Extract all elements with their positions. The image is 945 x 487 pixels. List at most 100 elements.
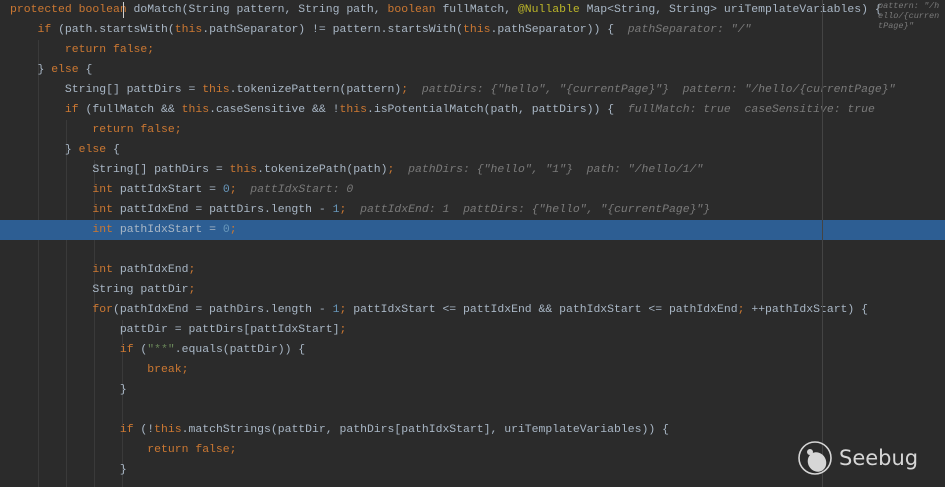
code-line[interactable]: int pattIdxEnd = pattDirs.length - 1; pa… xyxy=(0,200,945,220)
code-token: pattIdxStart = xyxy=(119,183,223,196)
seebug-watermark: Seebug xyxy=(797,440,918,476)
code-line[interactable]: break; xyxy=(0,360,945,380)
code-line-current[interactable]: int pathIdxStart = 0; xyxy=(0,220,945,240)
code-line[interactable]: } else { xyxy=(0,60,945,80)
debug-inline-value: pattIdxEnd: 1 pattDirs: {"hello", "{curr… xyxy=(360,203,711,216)
code-token: .isPotentialMatch(path, pattDirs)) { xyxy=(366,103,628,116)
code-token: fullMatch, xyxy=(442,3,518,16)
code-token: boolean xyxy=(387,3,443,16)
code-token: 0 xyxy=(222,223,230,236)
code-token: this xyxy=(202,83,230,96)
code-token: .pathSeparator)) { xyxy=(490,23,628,36)
code-line[interactable]: int pattIdxStart = 0; pattIdxStart: 0 xyxy=(0,180,945,200)
code-token: this xyxy=(463,23,491,36)
watermark-text: Seebug xyxy=(839,446,919,470)
debug-inline-value: pattIdxStart: 0 xyxy=(250,183,354,196)
code-token: return false; xyxy=(64,43,155,56)
code-line[interactable]: int pathIdxEnd; xyxy=(0,260,945,280)
code-token: ; xyxy=(188,263,196,276)
code-token: String[] pathDirs = xyxy=(10,163,230,176)
code-token: pathIdxEnd xyxy=(119,263,189,276)
code-token: protected boolean xyxy=(10,3,134,16)
code-token: this xyxy=(181,103,210,116)
right-margin-guide xyxy=(822,0,823,487)
code-line[interactable]: return false; xyxy=(0,40,945,60)
code-token: int xyxy=(92,183,120,196)
code-token: { xyxy=(112,143,120,156)
code-token: "**" xyxy=(147,343,175,356)
code-line[interactable] xyxy=(0,400,945,420)
code-token: if xyxy=(119,423,141,436)
code-line[interactable]: if (!this.matchStrings(pattDir, pathDirs… xyxy=(0,420,945,440)
code-line[interactable]: for(pathIdxEnd = pathDirs.length - 1; pa… xyxy=(0,300,945,320)
code-token: ; xyxy=(229,223,237,236)
code-token: pattIdxStart <= pattIdxEnd && pathIdxSta… xyxy=(353,303,738,316)
code-token: 1 xyxy=(332,203,340,216)
code-token: String[] pattDirs = xyxy=(10,83,203,96)
debug-inline-value: fullMatch: true caseSensitive: true xyxy=(627,103,875,116)
code-token: String pattDir xyxy=(10,283,189,296)
code-token: if xyxy=(119,343,141,356)
code-line[interactable]: String pattDir; xyxy=(0,280,945,300)
debug-inline-value: pathDirs: {"hello", "1"} path: "/hello/1… xyxy=(408,163,704,176)
code-token: .matchStrings(pattDir, pathDirs[pathIdxS… xyxy=(181,423,669,436)
code-token: doMatch(String pattern, String path, xyxy=(133,3,388,16)
code-token: Map<String, String> uriTemplateVariables… xyxy=(586,3,896,16)
code-line[interactable]: protected boolean doMatch(String pattern… xyxy=(0,0,945,31)
code-token: } xyxy=(10,383,127,396)
code-token: this xyxy=(154,423,182,436)
code-line[interactable] xyxy=(0,240,945,260)
code-token: @Nullable xyxy=(517,3,587,16)
code-token: return false; xyxy=(147,443,237,456)
text-caret xyxy=(123,2,124,18)
code-line[interactable]: String[] pathDirs = this.tokenizePath(pa… xyxy=(0,160,945,180)
code-token: ; xyxy=(339,323,347,336)
debug-inline-value: pathSeparator: "/" xyxy=(627,23,752,36)
code-line[interactable]: if (path.startsWith(this.pathSeparator) … xyxy=(0,20,945,40)
code-line[interactable]: } else { xyxy=(0,140,945,160)
code-token: ; xyxy=(188,283,196,296)
code-line[interactable]: if (fullMatch && this.caseSensitive && !… xyxy=(0,100,945,120)
code-token: } xyxy=(10,463,127,476)
code-token: int xyxy=(92,223,120,236)
code-token: ; xyxy=(229,183,237,196)
code-token: this xyxy=(339,103,367,116)
code-token: int xyxy=(92,263,120,276)
code-token: int xyxy=(92,203,120,216)
code-token: else xyxy=(51,63,86,76)
code-token: break; xyxy=(147,363,189,376)
code-line[interactable]: } xyxy=(0,380,945,400)
code-token: if xyxy=(64,103,86,116)
code-line[interactable]: pattDir = pattDirs[pattIdxStart]; xyxy=(0,320,945,340)
code-line[interactable]: if ("**".equals(pattDir)) { xyxy=(0,340,945,360)
code-token: 0 xyxy=(222,183,230,196)
code-token: .tokenizePath(path) xyxy=(257,163,388,176)
code-token: (! xyxy=(140,423,155,436)
code-token: pathIdxStart = xyxy=(119,223,223,236)
code-token: if xyxy=(37,23,59,36)
code-token: else xyxy=(78,143,113,156)
code-line[interactable]: return false; xyxy=(0,120,945,140)
code-token: this xyxy=(229,163,258,176)
code-editor[interactable]: protected boolean doMatch(String pattern… xyxy=(0,0,945,487)
code-token: return false; xyxy=(92,123,182,136)
code-line[interactable]: String[] pattDirs = this.tokenizePattern… xyxy=(0,80,945,100)
code-token: (path.startsWith( xyxy=(58,23,175,36)
code-token: (fullMatch && xyxy=(85,103,182,116)
code-token: .tokenizePattern(pattern) xyxy=(229,83,402,96)
seebug-bug-logo-icon xyxy=(798,441,832,475)
code-token: (pathIdxEnd = pathDirs.length - xyxy=(112,303,333,316)
